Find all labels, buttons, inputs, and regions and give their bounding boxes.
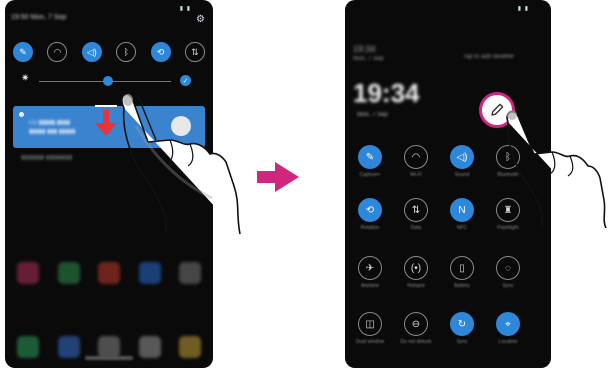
tile-label: Capture+ [359,172,381,178]
tile-label: Sync [456,339,468,345]
home-apps-row-1 [17,262,201,284]
blurred-time: 19:34 [353,44,376,54]
tile-label: Rotation [360,225,380,231]
hotspot-icon: (•) [404,256,428,280]
notification-app-icon [19,112,24,117]
chrome-app-icon[interactable] [179,336,201,358]
sound-icon[interactable]: ◁) [81,42,102,62]
next-step-arrow-icon [257,162,299,192]
app-icon[interactable] [57,262,80,284]
brightness-knob[interactable] [103,76,113,86]
tile-label: Location [498,339,518,345]
tile-sound[interactable]: ◁) Sound [445,145,479,178]
app-icon[interactable] [138,262,161,284]
edit-icon[interactable]: ✎ [13,42,33,62]
edit-icon: ✎ [358,145,382,169]
app-icon[interactable] [17,262,39,284]
app-icon[interactable] [179,262,201,284]
do-not-disturb-icon: ⊖ [404,312,428,336]
notification-body: ▮▮▮▮▮ ▮▮▮ ▮▮▮▮▮ [29,129,76,135]
sound-icon: ◁) [450,145,474,169]
dual-window-icon: ◫ [358,312,382,336]
date-time-text: 19:50 Mon, 7 Sep [11,14,67,21]
hand-swipe-icon [121,93,241,235]
messages-app-icon[interactable] [57,336,80,358]
tile-label: Sound [454,172,470,178]
blurred-weather-prompt: Tap to add weather [463,54,515,60]
gallery-app-icon[interactable] [138,336,161,358]
quick-settings-row: ✎ ◠ ◁) ᛒ ⟲ ⇅ [13,42,205,64]
blurred-text: ▮▮▮▮▮▮▮ ▮▮▮▮▮▮▮▮ [21,155,73,161]
data-icon[interactable]: ⇅ [184,42,205,62]
tile-sync-circle[interactable]: ◌ Sync [491,256,525,289]
tile-data[interactable]: ⇅ Data [399,198,433,231]
sync-icon: ↻ [450,312,474,336]
brightness-slider[interactable]: ✷ ✓ [21,73,201,86]
tile-airplane[interactable]: ✈ Airplane [353,256,387,289]
sync-circle-icon: ◌ [496,256,520,280]
airplane-icon: ✈ [358,256,382,280]
tile-battery[interactable]: ▯ Battery [445,256,479,289]
tile-label: Hotspot [407,283,425,289]
brightness-icon: ✷ [21,73,30,84]
rotation-icon[interactable]: ⟲ [150,42,171,62]
tile-do-not-disturb[interactable]: ⊖ Do not disturb [399,312,433,345]
location-icon: ⌖ [496,312,520,336]
tile-label: Wi-Fi [410,172,422,178]
tile-label: Battery [454,283,470,289]
notification-title: LG ▮▮▮▮▮ ▮▮▮▮ [29,120,71,126]
tile-hotspot[interactable]: (•) Hotspot [399,256,433,289]
tile-capture[interactable]: ✎ Capture+ [353,145,387,178]
tile-label: Data [410,225,422,231]
wifi-icon: ◠ [404,145,428,169]
status-icons: ▮ ▮ [517,6,529,12]
status-icons: ▮ ▮ [179,6,191,12]
tile-label: NFC [456,225,468,231]
tile-sync[interactable]: ↻ Sync [445,312,479,345]
wifi-icon[interactable]: ◠ [47,42,68,62]
nav-handle [85,356,133,360]
phone-app-icon[interactable] [17,336,39,358]
data-icon: ⇅ [404,198,428,222]
bluetooth-icon[interactable]: ᛒ [116,42,137,62]
tile-location[interactable]: ⌖ Location [491,312,525,345]
nfc-icon: N [450,198,474,222]
camera-app-icon[interactable] [98,336,120,358]
dock-apps [17,336,201,358]
tile-label: Airplane [360,283,380,289]
settings-icon[interactable]: ⚙ [196,14,205,25]
tile-dual-window[interactable]: ◫ Dual window [353,312,387,345]
app-icon[interactable] [98,262,120,284]
rotation-icon: ⟲ [358,198,382,222]
tile-label: Sync [502,283,514,289]
tile-label: Do not disturb [400,339,432,345]
tile-wifi[interactable]: ◠ Wi-Fi [399,145,433,178]
blurred-date: Mon, 7 Sep [353,56,384,62]
hand-tap-icon [506,110,607,228]
tile-rotation[interactable]: ⟲ Rotation [353,198,387,231]
auto-brightness-icon[interactable]: ✓ [180,75,191,86]
battery-icon: ▯ [450,256,474,280]
tile-label: Dual window [355,339,385,345]
clock: 19:34 [353,78,420,108]
clock-date: Mon, 7 Sep [357,112,388,118]
tile-nfc[interactable]: N NFC [445,198,479,231]
